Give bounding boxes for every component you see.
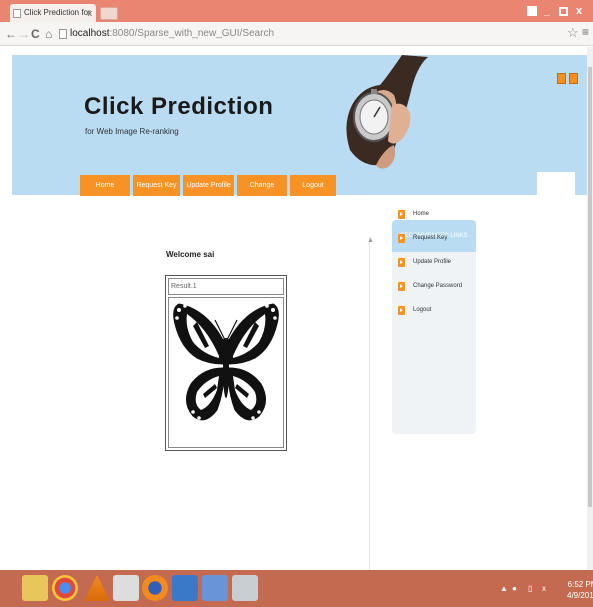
sidebar-link-label: Logout: [413, 307, 432, 313]
system-clock[interactable]: 6:52 PM 4/9/2016: [567, 579, 593, 601]
butterfly-image: [173, 303, 279, 421]
page-icon: [59, 29, 67, 39]
arrow-right-icon: [398, 209, 405, 219]
sidebar-link-label: Home: [413, 211, 430, 217]
sidebar-link-label: Request Key: [413, 235, 448, 241]
social-icon[interactable]: [569, 73, 578, 84]
browser-titlebar: Click Prediction for x _ x: [0, 0, 593, 22]
page-icon: [13, 9, 21, 18]
nav-item-home[interactable]: Home: [80, 175, 130, 196]
page-scrollbar[interactable]: [587, 47, 593, 570]
sidebar-link-request-key[interactable]: Request Key: [398, 231, 447, 245]
sidebar-link-logout[interactable]: Logout: [398, 303, 431, 317]
browser-tab[interactable]: Click Prediction for x: [10, 4, 96, 22]
result-card: Result.1: [165, 275, 287, 451]
site-title: Click Prediction: [84, 93, 274, 120]
maximize-button[interactable]: [559, 7, 568, 16]
tab-close-icon[interactable]: x: [88, 4, 93, 22]
welcome-text: Welcome sai: [166, 250, 215, 259]
tex-icon[interactable]: [113, 575, 139, 601]
tab-title: Click Prediction for: [24, 8, 91, 17]
address-bar[interactable]: localhost:8080/Sparse_with_new_GUI/Searc…: [58, 25, 568, 43]
nav-item-request-key[interactable]: Request Key: [133, 175, 180, 196]
vlc-icon[interactable]: [84, 575, 110, 601]
sidebar-link-change-password[interactable]: Change Password: [398, 279, 462, 293]
arrow-right-icon: [398, 233, 405, 243]
new-tab-button[interactable]: [100, 7, 118, 20]
main-nav: Home Request Key Update Profile Change Pass…: [80, 175, 336, 210]
os-taskbar: ▲ ● ▯ x 6:52 PM 4/9/2016: [0, 570, 593, 607]
network-icon[interactable]: x: [542, 584, 546, 593]
content-divider: [369, 237, 370, 570]
bolt-app-icon[interactable]: [202, 575, 228, 601]
reload-icon[interactable]: C: [31, 27, 40, 41]
arrow-right-icon: [398, 257, 405, 267]
page-viewport: Click Prediction for Web Image Re-rankin…: [0, 47, 587, 570]
sidebar-link-home[interactable]: Home: [398, 207, 429, 221]
file-explorer-icon[interactable]: [22, 575, 48, 601]
browser-toolbar: ← → C ⌂ localhost:8080/Sparse_with_new_G…: [0, 22, 593, 46]
paint-app-icon[interactable]: [232, 575, 258, 601]
forward-arrow-icon[interactable]: →: [18, 27, 30, 41]
browser-menu-icon[interactable]: ≡: [582, 25, 589, 39]
clock-date: 4/9/2016: [567, 591, 593, 600]
tray-app-icon[interactable]: ●: [512, 584, 517, 593]
nav-item-change-password[interactable]: Change Password: [237, 175, 287, 210]
user-icon[interactable]: [527, 6, 537, 16]
result-label: Result.1: [168, 278, 284, 295]
result-image[interactable]: [168, 297, 284, 448]
home-icon[interactable]: ⌂: [45, 27, 52, 41]
header-gap: [537, 172, 575, 196]
battery-icon[interactable]: ▯: [528, 584, 532, 593]
chrome-icon[interactable]: [52, 575, 78, 601]
sidebar-link-label: Update Profile: [413, 259, 452, 265]
nav-item-update-profile[interactable]: Update Profile: [183, 175, 234, 196]
bookmark-star-icon[interactable]: ☆: [567, 25, 579, 41]
arrow-right-icon: [398, 281, 405, 291]
tray-arrow-icon[interactable]: ▲: [500, 584, 508, 593]
close-window-button[interactable]: x: [576, 4, 582, 18]
social-icon[interactable]: [557, 73, 566, 84]
minimize-button[interactable]: _: [544, 4, 550, 18]
arrow-right-icon: [398, 305, 405, 315]
nav-item-logout[interactable]: Logout: [290, 175, 336, 196]
firefox-icon[interactable]: [142, 575, 168, 601]
url-host: localhost: [70, 28, 110, 39]
stopwatch-hand-image: [346, 55, 428, 169]
shield-app-icon[interactable]: [172, 575, 198, 601]
sidebar-link-label: Change Password: [413, 283, 463, 289]
recommended-links-panel: RECOMMENDED LINKS Home Request Key Update …: [392, 209, 476, 434]
clock-time: 6:52 PM: [567, 580, 593, 589]
sidebar-link-update-profile[interactable]: Update Profile: [398, 255, 451, 269]
scroll-thumb[interactable]: [588, 67, 592, 507]
divider-marker: ▲: [367, 237, 374, 244]
url-path: :8080/Sparse_with_new_GUI/Search: [109, 28, 275, 39]
site-subtitle: for Web Image Re-ranking: [85, 127, 179, 136]
back-arrow-icon[interactable]: ←: [5, 27, 17, 41]
site-header: Click Prediction for Web Image Re-rankin…: [12, 55, 587, 195]
